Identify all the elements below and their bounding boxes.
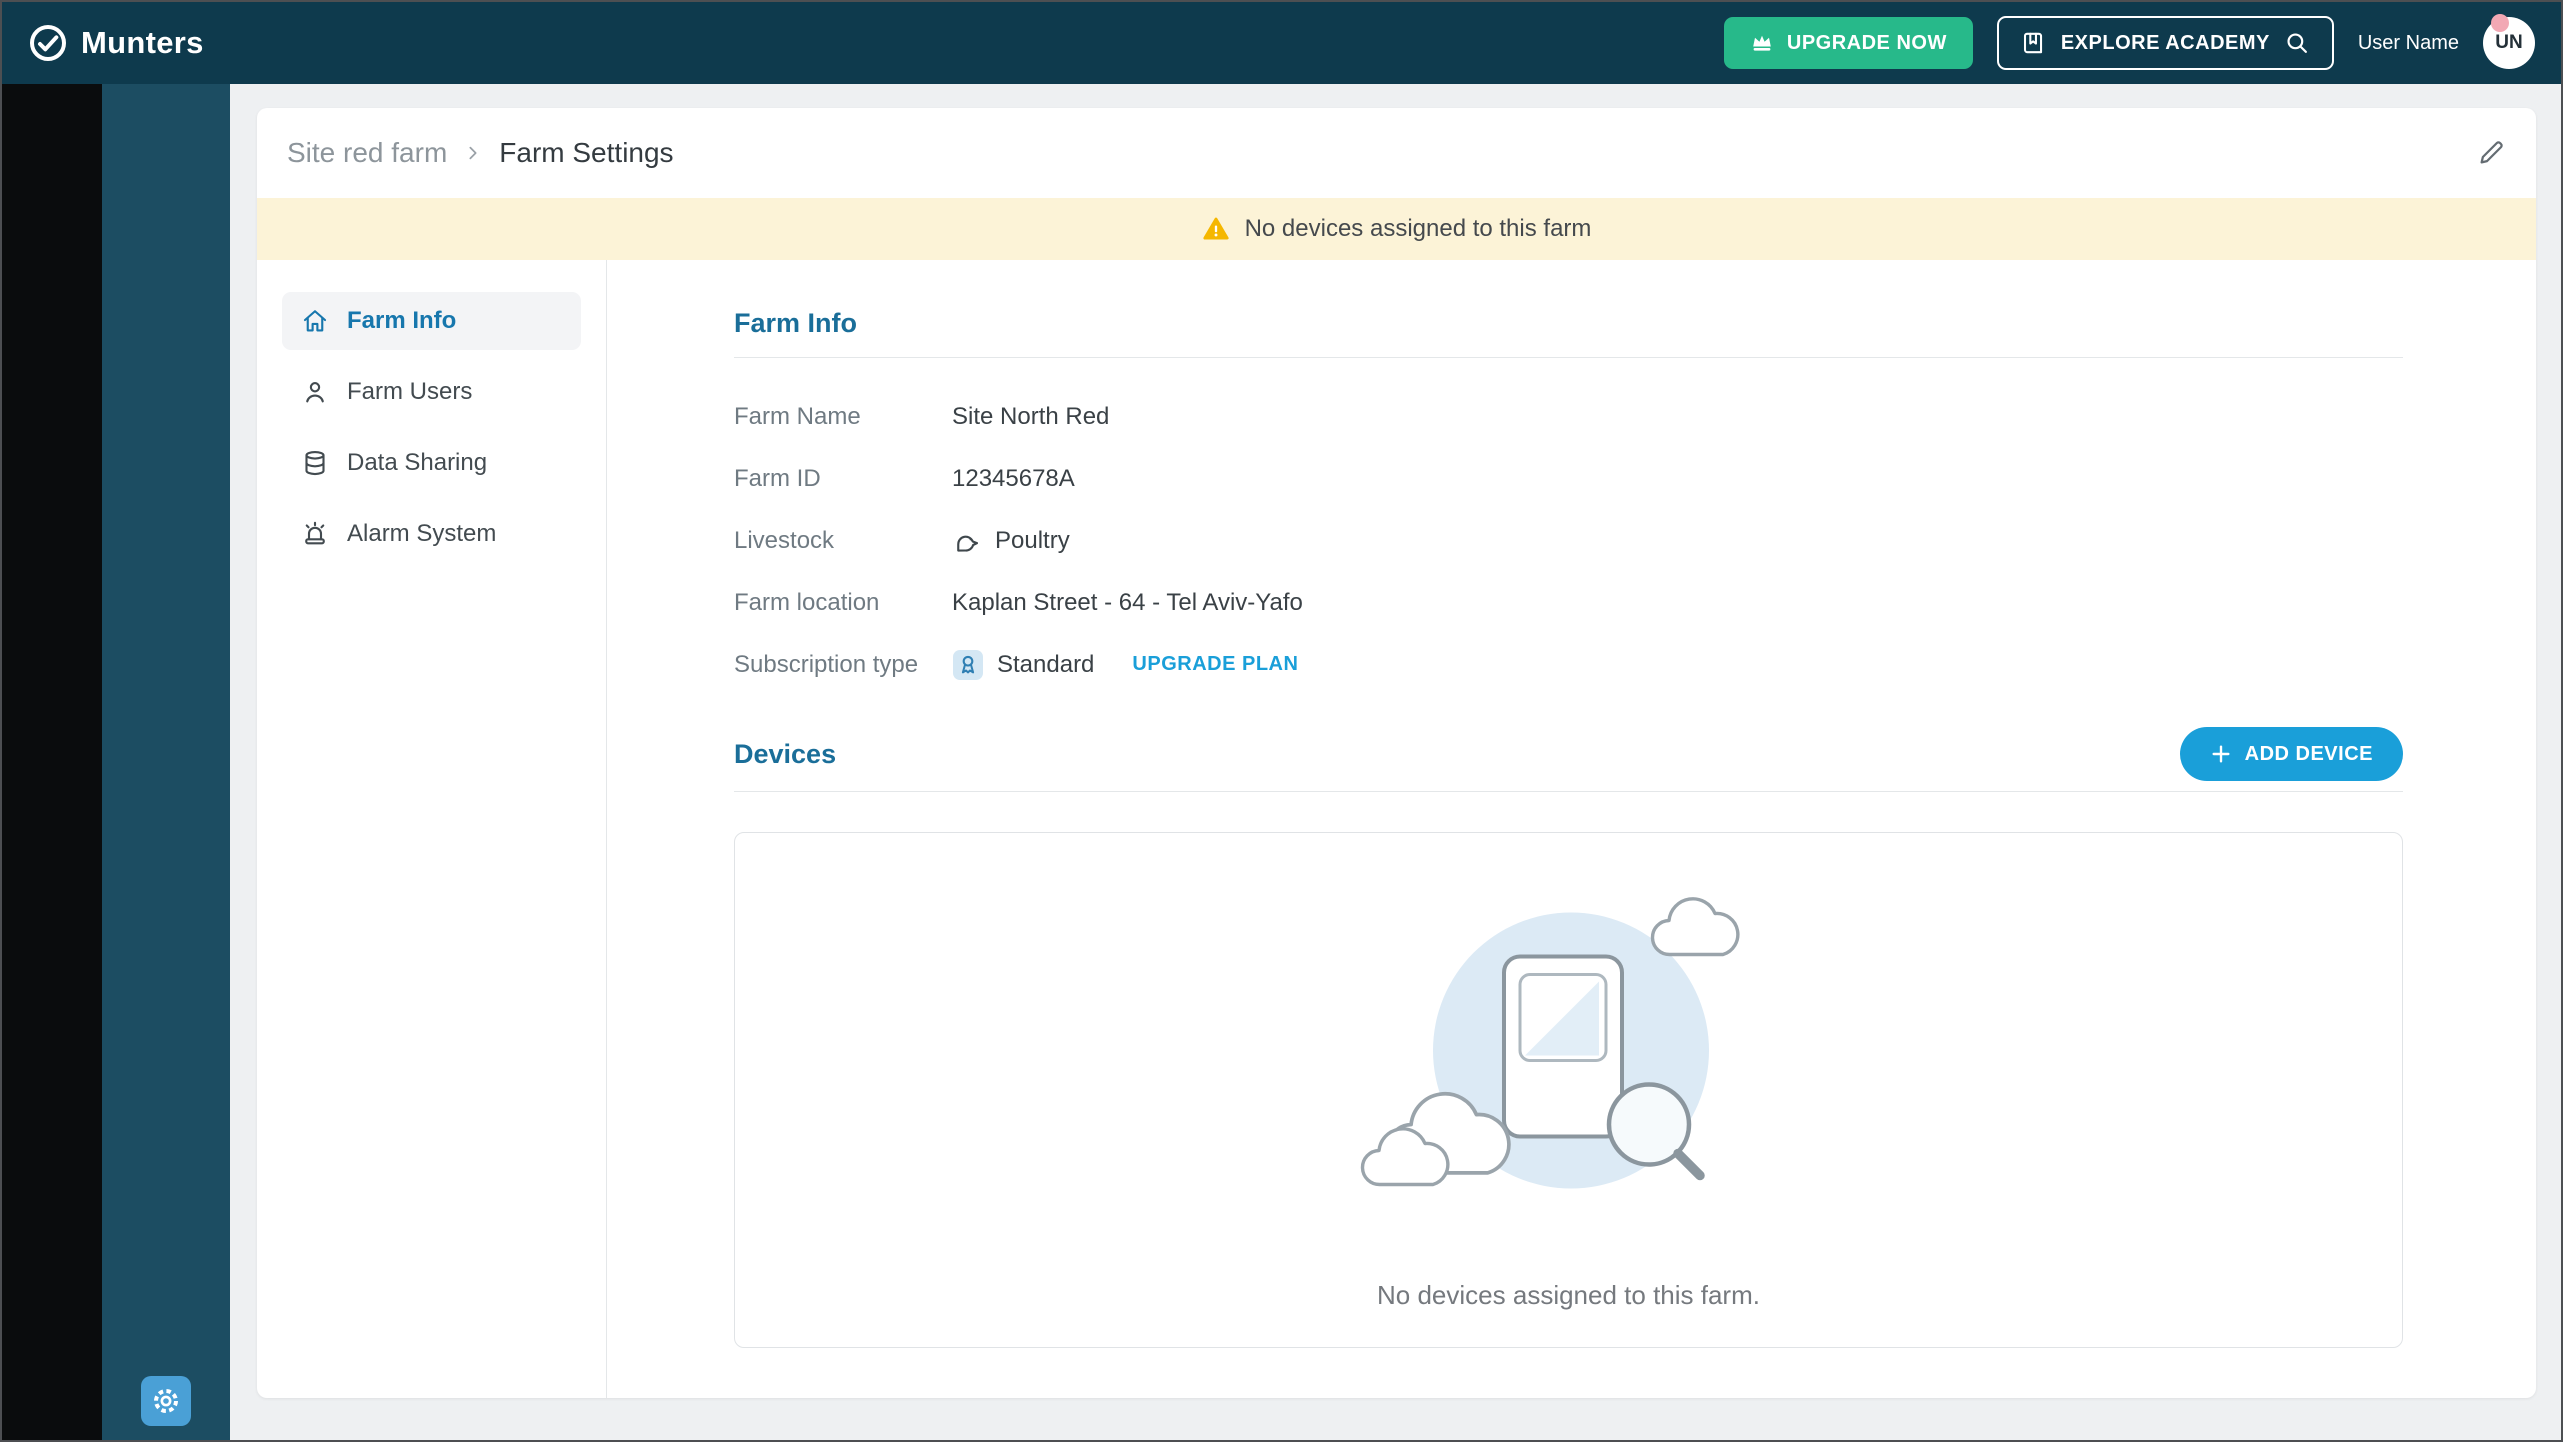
home-icon xyxy=(300,306,330,336)
page-title: Farm Settings xyxy=(499,137,673,169)
divider xyxy=(734,357,2403,358)
left-rail xyxy=(102,84,230,1440)
warning-banner: No devices assigned to this farm xyxy=(257,198,2536,260)
field-row-farm-location: Farm location Kaplan Street - 64 - Tel A… xyxy=(734,586,2403,619)
field-value: 12345678A xyxy=(952,465,1075,493)
chevron-right-icon xyxy=(465,145,481,161)
warning-icon xyxy=(1202,215,1230,243)
field-label: Farm Name xyxy=(734,403,952,431)
edit-farm-button[interactable] xyxy=(2476,138,2506,168)
explore-academy-label: EXPLORE ACADEMY xyxy=(2061,32,2270,55)
sidebar-item-data-sharing[interactable]: Data Sharing xyxy=(282,434,581,492)
collapsed-menu-strip xyxy=(2,84,102,1440)
divider xyxy=(734,791,2403,792)
topbar: Munters UPGRADE NOW xyxy=(2,2,2561,84)
alarm-icon xyxy=(300,519,330,549)
add-device-button[interactable]: ADD DEVICE xyxy=(2180,727,2403,781)
munters-logo-icon xyxy=(28,23,68,63)
farm-settings-card: Site red farm Farm Settings xyxy=(257,108,2536,1398)
livestock-value: Poultry xyxy=(995,527,1070,555)
user-name-label: User Name xyxy=(2358,32,2459,55)
no-devices-illustration xyxy=(1349,865,1789,1217)
breadcrumb: Site red farm Farm Settings xyxy=(257,108,2536,198)
devices-empty-state: No devices assigned to this farm. xyxy=(734,832,2403,1348)
field-row-subscription: Subscription type xyxy=(734,648,2403,681)
sidebar-item-farm-users[interactable]: Farm Users xyxy=(282,363,581,421)
sidebar-item-label: Farm Users xyxy=(347,378,472,406)
field-value: Kaplan Street - 64 - Tel Aviv-Yafo xyxy=(952,589,1303,617)
upgrade-now-button[interactable]: UPGRADE NOW xyxy=(1724,17,1973,69)
crown-icon xyxy=(1750,31,1774,55)
app-window: Munters UPGRADE NOW xyxy=(0,0,2563,1442)
body-row: Site red farm Farm Settings xyxy=(2,84,2561,1440)
main-area: Site red farm Farm Settings xyxy=(230,84,2561,1440)
user-icon xyxy=(300,377,330,407)
field-row-farm-id: Farm ID 12345678A xyxy=(734,462,2403,495)
avatar-notification-dot xyxy=(2491,14,2509,32)
field-row-farm-name: Farm Name Site North Red xyxy=(734,400,2403,433)
book-icon xyxy=(2021,30,2047,56)
farm-info-title: Farm Info xyxy=(734,308,2403,339)
field-label: Subscription type xyxy=(734,651,952,679)
devices-header: Devices ADD DEVICE xyxy=(734,727,2403,781)
empty-state-text: No devices assigned to this farm. xyxy=(1377,1280,1760,1311)
search-icon xyxy=(2284,30,2310,56)
subscription-value: Standard xyxy=(997,651,1094,679)
devices-title: Devices xyxy=(734,739,836,770)
settings-panel: Farm Info Farm Users xyxy=(257,260,2536,1398)
upgrade-now-label: UPGRADE NOW xyxy=(1787,32,1947,55)
gear-icon xyxy=(151,1386,181,1416)
field-label: Farm ID xyxy=(734,465,952,493)
bird-icon xyxy=(952,526,982,556)
field-value: Poultry xyxy=(952,526,1070,556)
field-value: Standard xyxy=(952,649,1094,681)
field-row-livestock: Livestock Poultry xyxy=(734,524,2403,557)
explore-academy-button[interactable]: EXPLORE ACADEMY xyxy=(1997,16,2334,70)
database-icon xyxy=(300,448,330,478)
farm-info-fields: Farm Name Site North Red Farm ID 1234567… xyxy=(734,400,2403,681)
warning-text: No devices assigned to this farm xyxy=(1245,215,1592,243)
avatar[interactable]: UN xyxy=(2483,17,2535,69)
brand-logo[interactable]: Munters xyxy=(28,23,204,63)
field-label: Livestock xyxy=(734,527,952,555)
sidebar-item-label: Data Sharing xyxy=(347,449,487,477)
upgrade-plan-link[interactable]: UPGRADE PLAN xyxy=(1132,653,1298,676)
pencil-icon xyxy=(2476,138,2506,168)
settings-nav: Farm Info Farm Users xyxy=(257,260,607,1398)
sidebar-item-label: Farm Info xyxy=(347,307,456,335)
add-device-label: ADD DEVICE xyxy=(2245,743,2373,766)
subscription-badge-icon xyxy=(952,649,984,681)
field-label: Farm location xyxy=(734,589,952,617)
sidebar-item-farm-info[interactable]: Farm Info xyxy=(282,292,581,350)
sidebar-item-alarm-system[interactable]: Alarm System xyxy=(282,505,581,563)
settings-gear-button[interactable] xyxy=(141,1376,191,1426)
field-value: Site North Red xyxy=(952,403,1109,431)
plus-icon xyxy=(2210,743,2232,765)
avatar-initials: UN xyxy=(2495,32,2522,54)
brand-name: Munters xyxy=(81,25,204,61)
settings-main: Farm Info Farm Name Site North Red Farm … xyxy=(607,260,2536,1398)
breadcrumb-parent[interactable]: Site red farm xyxy=(287,137,447,169)
topbar-actions: UPGRADE NOW EXPLORE ACADEMY Use xyxy=(1724,16,2535,70)
sidebar-item-label: Alarm System xyxy=(347,520,496,548)
